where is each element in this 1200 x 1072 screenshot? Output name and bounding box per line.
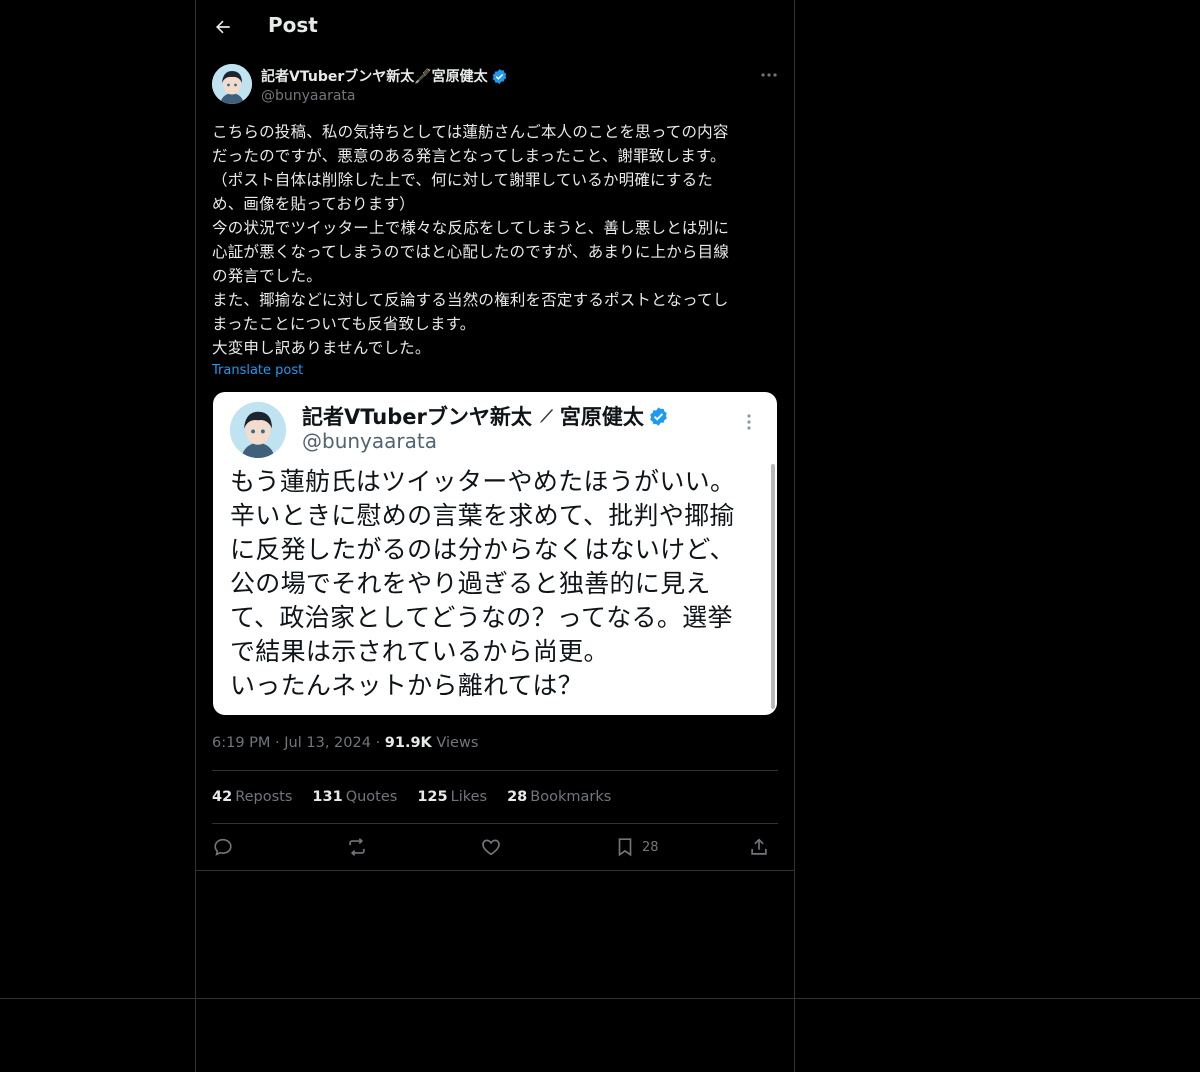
share-button[interactable] — [748, 834, 770, 860]
embed-avatar-image — [230, 402, 286, 458]
page: Post 記者VTuberブンヤ新太🖋️宮原健太 @bunyaarata こちら… — [0, 0, 1200, 1072]
views-label: Views — [436, 735, 479, 751]
meta-separator: · — [375, 735, 385, 751]
embed-avatar — [230, 402, 286, 458]
quotes-count: 131 — [312, 789, 343, 805]
reposts-count: 42 — [212, 789, 233, 805]
more-options-button[interactable] — [758, 64, 780, 86]
repost-icon — [349, 838, 365, 856]
divider — [212, 823, 778, 824]
reply-button[interactable] — [212, 834, 234, 860]
bookmarks-label: Bookmarks — [530, 789, 612, 805]
post-date[interactable]: Jul 13, 2024 — [284, 735, 371, 751]
translate-post-link[interactable]: Translate post — [212, 363, 303, 378]
pen-icon — [539, 409, 553, 423]
quotes-label: Quotes — [345, 789, 398, 805]
embed-text: もう蓮舫氏はツイッターやめたほうがいい。 辛いときに慰めの言葉を求めて、批判や揶… — [230, 467, 736, 700]
likes-count: 125 — [417, 789, 448, 805]
back-button[interactable] — [210, 14, 236, 40]
embed-scrollbar — [771, 464, 775, 709]
likes-stat[interactable]: 125 Likes — [417, 789, 487, 805]
author-name[interactable]: 記者VTuberブンヤ新太🖋️宮原健太 — [261, 66, 508, 86]
reply-icon — [214, 838, 232, 856]
embed-more-vertical-icon — [747, 414, 751, 430]
bookmark-count: 28 — [642, 839, 659, 855]
embed-author-name: 記者VTuberブンヤ新太 宮原健太 — [302, 401, 669, 431]
heart-icon — [482, 839, 500, 856]
reposts-stat[interactable]: 42 Reposts — [212, 789, 292, 805]
views-count: 91.9K — [384, 735, 432, 751]
author-handle[interactable]: @bunyaarata — [261, 88, 355, 104]
bookmarks-count: 28 — [507, 789, 528, 805]
share-icon — [751, 838, 767, 855]
verified-badge-icon — [492, 68, 506, 84]
embed-author-name-suffix: 宮原健太 — [559, 405, 644, 429]
author-name-text: 記者VTuberブンヤ新太🖋️宮原健太 — [261, 69, 488, 85]
embedded-image[interactable]: 記者VTuberブンヤ新太 宮原健太 @bunyaarata もう蓮舫氏はツイッ… — [213, 392, 777, 715]
post-bottom-border — [196, 870, 794, 871]
embed-verified-badge-icon — [650, 406, 667, 426]
bookmarks-stat[interactable]: 28 Bookmarks — [507, 789, 611, 805]
quotes-stat[interactable]: 131 Quotes — [312, 789, 397, 805]
arrow-left-icon — [216, 20, 230, 34]
embed-author-handle: @bunyaarata — [302, 429, 437, 453]
lower-separator — [0, 998, 1200, 999]
bookmark-icon — [618, 838, 632, 857]
meta-separator: · — [275, 735, 285, 751]
divider — [212, 770, 778, 771]
avatar[interactable] — [212, 64, 252, 104]
repost-button[interactable] — [346, 834, 368, 860]
embed-author-name-text: 記者VTuberブンヤ新太 — [302, 405, 532, 429]
post-text: こちらの投稿、私の気持ちとしては蓮舫さんご本人のことを思っての内容 だったのです… — [212, 123, 730, 357]
reposts-label: Reposts — [235, 789, 293, 805]
post-time[interactable]: 6:19 PM — [212, 735, 270, 751]
header: Post — [196, 0, 794, 54]
page-title: Post — [268, 13, 318, 37]
like-button[interactable] — [480, 834, 502, 860]
engagement-stats: 42 Reposts 131 Quotes 125 Likes 28 Bookmarks — [212, 789, 611, 805]
more-horizontal-icon — [761, 73, 777, 77]
avatar-image — [212, 64, 252, 104]
likes-label: Likes — [450, 789, 488, 805]
main-column: Post 記者VTuberブンヤ新太🖋️宮原健太 @bunyaarata こちら… — [195, 0, 795, 1072]
action-bar: 28 — [212, 834, 778, 860]
post-meta: 6:19 PM · Jul 13, 2024 · 91.9K Views — [212, 735, 478, 751]
bookmark-button[interactable]: 28 — [614, 834, 659, 860]
